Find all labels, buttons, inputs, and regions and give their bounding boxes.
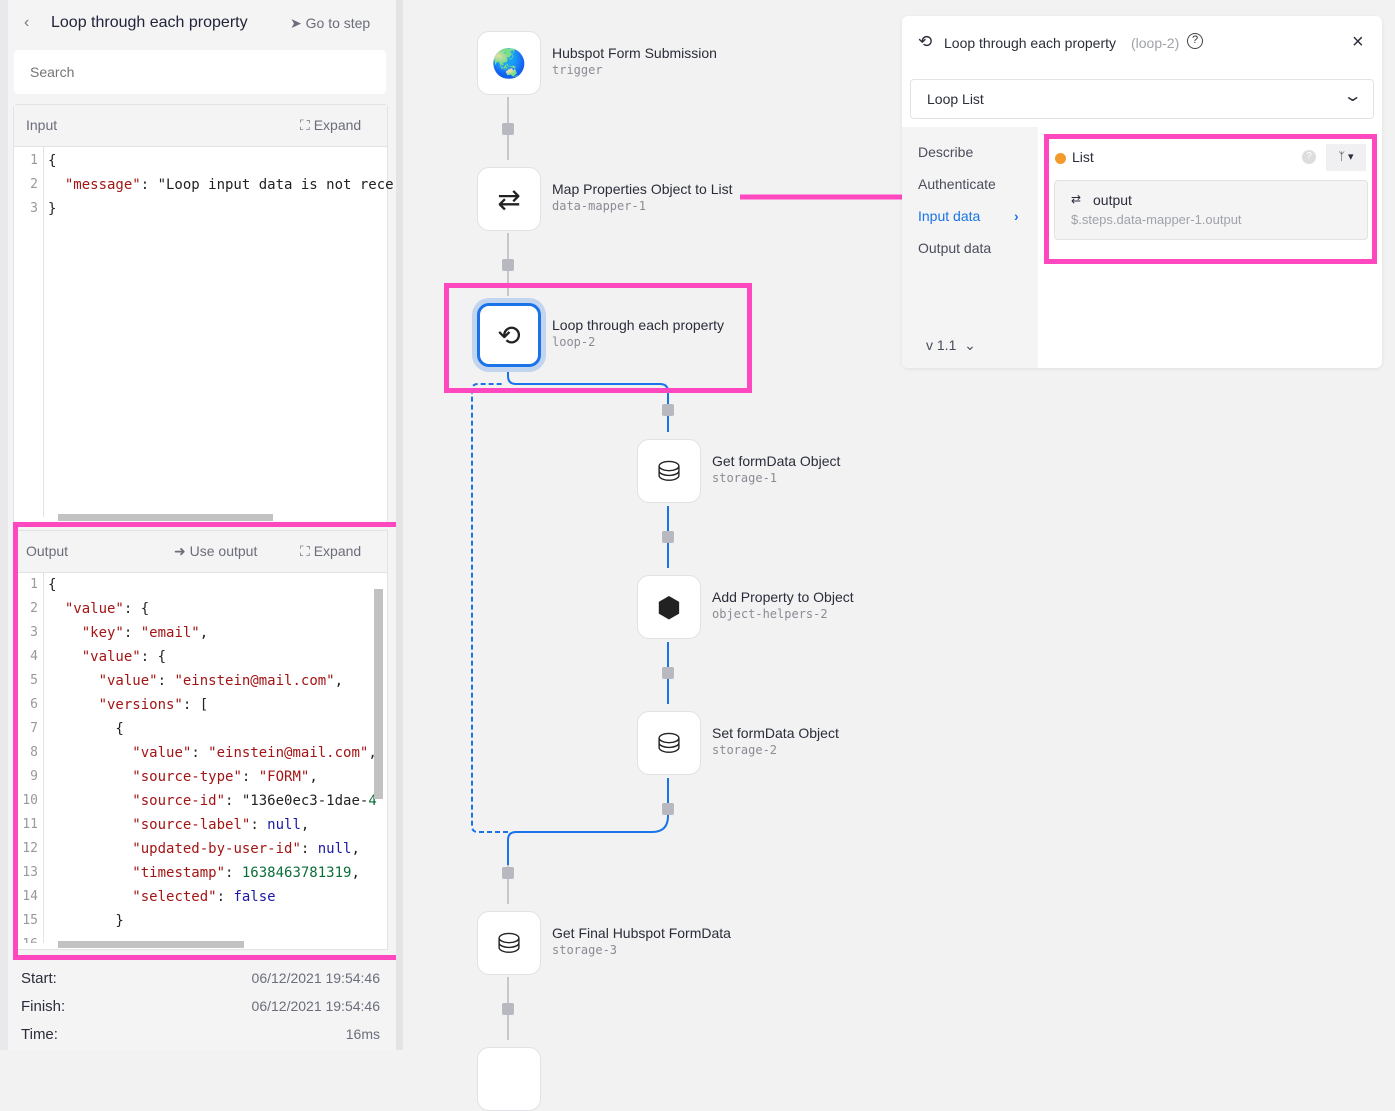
node-label: Add Property to Object bbox=[712, 589, 854, 605]
node-id: data-mapper-1 bbox=[552, 199, 646, 213]
database-edit-icon: ⛁ bbox=[497, 927, 521, 959]
node-id: storage-3 bbox=[552, 943, 618, 957]
flow-node-object-helpers-2[interactable]: ⬢ bbox=[637, 575, 701, 639]
menu-input-data[interactable]: Input data › bbox=[918, 208, 1019, 224]
node-label: Set formData Object bbox=[712, 725, 839, 741]
config-title: Loop through each property bbox=[944, 35, 1117, 51]
globe-icon: 🌏 bbox=[491, 47, 527, 79]
node-label: Get Final Hubspot FormData bbox=[552, 925, 731, 941]
flow-node-trigger[interactable]: 🌏 bbox=[477, 31, 541, 95]
step-config-panel: ⟲ Loop through each property (loop-2) ? … bbox=[902, 16, 1382, 368]
flow-node-storage-2[interactable]: ⛁ bbox=[637, 711, 701, 775]
menu-authenticate[interactable]: Authenticate bbox=[918, 176, 996, 192]
database-edit-icon: ⛁ bbox=[657, 455, 681, 487]
config-menu: Describe Authenticate Input data › Output… bbox=[902, 127, 1038, 368]
version-select[interactable]: v 1.1 ⌄ bbox=[926, 337, 976, 354]
chevron-down-icon: ⌄ bbox=[1342, 88, 1363, 105]
menu-output-data[interactable]: Output data bbox=[918, 240, 991, 256]
flow-node-data-mapper-1[interactable]: ⇄ bbox=[477, 167, 541, 231]
flow-node-next[interactable] bbox=[477, 1047, 541, 1111]
node-label: Map Properties Object to List bbox=[552, 181, 733, 197]
database-edit-icon: ⛁ bbox=[657, 727, 681, 759]
node-label: Get formData Object bbox=[712, 453, 841, 469]
chevron-right-icon: › bbox=[1014, 208, 1019, 224]
operation-select[interactable]: Loop List ⌄ bbox=[910, 79, 1374, 119]
loop-highlight bbox=[444, 283, 752, 393]
config-step-id: (loop-2) bbox=[1131, 35, 1180, 51]
input-field-highlight bbox=[1044, 134, 1377, 264]
node-label: Hubspot Form Submission bbox=[552, 45, 717, 61]
flow-node-storage-1[interactable]: ⛁ bbox=[637, 439, 701, 503]
shuffle-icon: ⇄ bbox=[497, 183, 521, 215]
flow-node-storage-3[interactable]: ⛁ bbox=[477, 911, 541, 975]
node-id: trigger bbox=[552, 63, 603, 77]
node-id: object-helpers-2 bbox=[712, 607, 828, 621]
close-icon[interactable]: × bbox=[1352, 31, 1364, 54]
menu-describe[interactable]: Describe bbox=[918, 144, 973, 160]
loop-icon: ⟲ bbox=[918, 32, 933, 51]
node-id: storage-2 bbox=[712, 743, 778, 757]
cube-icon: ⬢ bbox=[656, 591, 682, 623]
node-id: storage-1 bbox=[712, 471, 778, 485]
help-icon[interactable]: ? bbox=[1187, 33, 1203, 49]
